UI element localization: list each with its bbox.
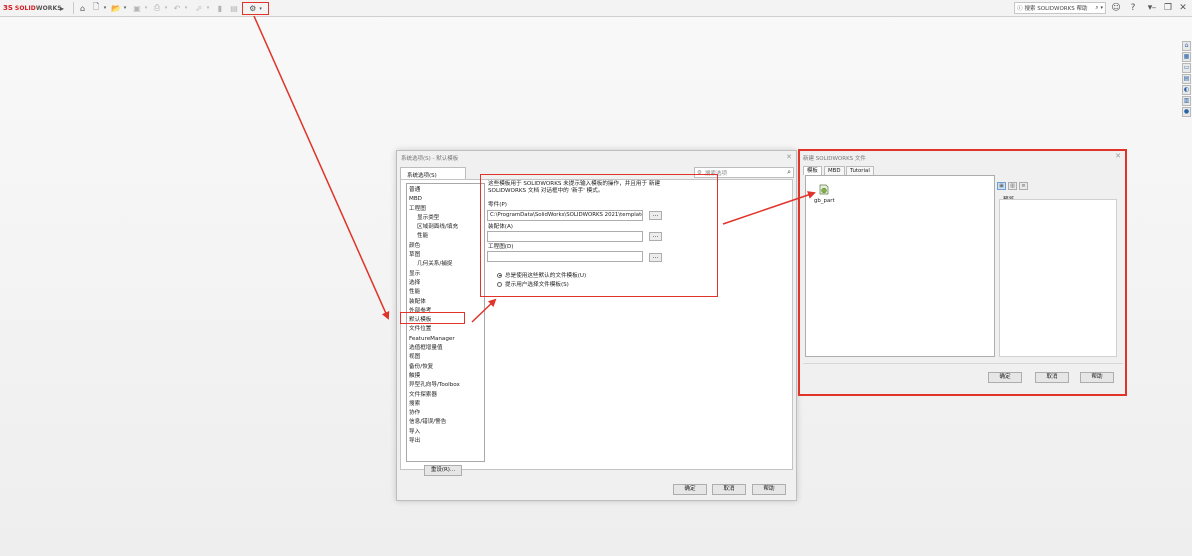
arrow-options-to-nav — [253, 15, 390, 320]
arrow-nav-to-panel — [471, 298, 497, 323]
arrow-panel-to-new-dialog — [722, 191, 816, 225]
annotation-arrows — [253, 15, 816, 323]
